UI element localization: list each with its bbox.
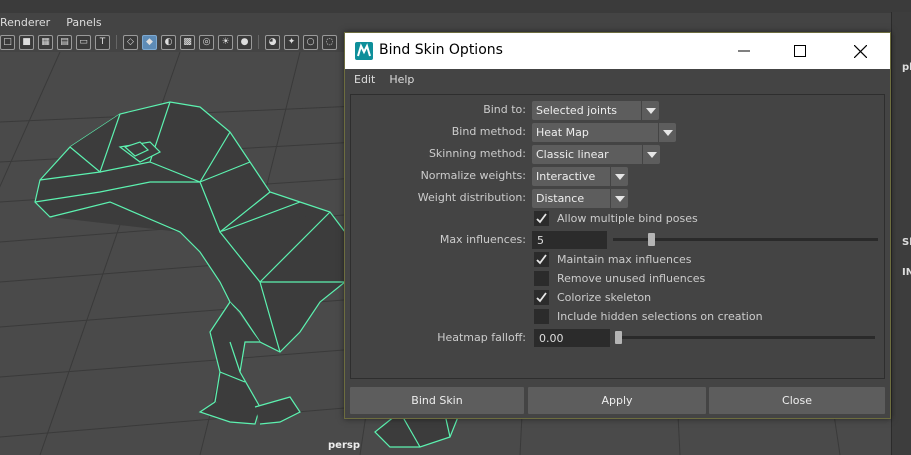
remove-unused-influences-checkbox[interactable]	[534, 271, 549, 286]
grid-icon[interactable]: ▤	[57, 34, 72, 50]
normalize-weights-dropdown[interactable]: Interactive	[532, 167, 628, 186]
menu-help[interactable]: Help	[389, 73, 414, 86]
checkmark-icon	[536, 254, 547, 265]
wireframe-on-shaded-icon[interactable]: ◐	[161, 34, 176, 50]
heatmap-falloff-row: Heatmap falloff: 0.00	[351, 329, 884, 349]
xray-icon[interactable]: ◎	[199, 34, 214, 50]
max-influences-row: Max influences: 5	[351, 231, 884, 251]
max-influences-label: Max influences:	[439, 233, 526, 246]
maya-logo-icon	[355, 42, 373, 60]
dropdown-arrow-icon	[610, 167, 628, 186]
maximize-button[interactable]	[777, 33, 823, 69]
heatmap-falloff-slider-track[interactable]	[615, 336, 875, 339]
lighting-icon[interactable]: ☀	[218, 34, 233, 50]
xray-joints-icon[interactable]: ✦	[284, 34, 299, 50]
camera-label: persp	[328, 440, 360, 451]
bind-method-value: Heat Map	[536, 126, 589, 139]
heatmap-falloff-field[interactable]: 0.00	[534, 329, 610, 347]
bind-skin-options-dialog: Bind Skin Options Edit Help Bind to: Sel…	[344, 32, 891, 419]
right-panel-text: Sl	[902, 237, 911, 248]
shadows-icon[interactable]: ●	[237, 34, 252, 50]
remove-unused-influences-label: Remove unused influences	[557, 272, 706, 285]
maximize-icon	[794, 45, 806, 57]
allow-multiple-bind-poses-label: Allow multiple bind poses	[557, 212, 698, 225]
dialog-titlebar[interactable]: Bind Skin Options	[345, 33, 890, 69]
bind-to-value: Selected joints	[536, 104, 618, 117]
max-influences-slider-handle[interactable]	[648, 233, 655, 246]
textured-icon[interactable]: ▩	[180, 34, 195, 50]
camera-attributes-icon[interactable]: ■	[19, 34, 34, 50]
maintain-max-influences-label: Maintain max influences	[557, 253, 692, 266]
smooth-shade-icon[interactable]: ◆	[142, 34, 157, 50]
dropdown-arrow-icon	[658, 123, 676, 142]
image-plane-icon[interactable]: ▦	[38, 34, 53, 50]
bind-method-label: Bind method:	[451, 125, 526, 138]
menu-edit[interactable]: Edit	[354, 73, 375, 86]
window-top-strip	[0, 0, 911, 13]
minimize-icon	[738, 50, 750, 52]
viewport-menu-panels[interactable]: Panels	[66, 16, 101, 29]
bind-to-row: Bind to: Selected joints	[351, 100, 884, 120]
right-side-panel: pl Sl IN	[891, 12, 911, 455]
toolbar-separator	[258, 35, 259, 49]
weight-distribution-dropdown[interactable]: Distance	[532, 189, 628, 208]
bind-method-row: Bind method: Heat Map	[351, 122, 884, 142]
heatmap-falloff-label: Heatmap falloff:	[437, 331, 526, 344]
checkmark-icon	[536, 213, 547, 224]
motion-blur-icon[interactable]: ◌	[322, 34, 337, 50]
colorize-skeleton-label: Colorize skeleton	[557, 291, 652, 304]
dialog-title: Bind Skin Options	[379, 42, 503, 58]
dropdown-arrow-icon	[642, 145, 660, 164]
dialog-menubar: Edit Help	[345, 69, 890, 90]
dialog-button-bar: Bind Skin Apply Close	[350, 387, 885, 414]
skinning-method-row: Skinning method: Classic linear	[351, 144, 884, 164]
bind-to-label: Bind to:	[483, 103, 526, 116]
bind-method-dropdown[interactable]: Heat Map	[532, 123, 676, 142]
skinning-method-label: Skinning method:	[428, 147, 526, 160]
normalize-weights-value: Interactive	[536, 170, 596, 183]
normalize-weights-row: Normalize weights: Interactive	[351, 166, 884, 186]
max-influences-field[interactable]: 5	[532, 231, 607, 249]
close-button[interactable]: Close	[709, 387, 885, 414]
normalize-weights-label: Normalize weights:	[420, 169, 526, 182]
include-hidden-selections-checkbox[interactable]	[534, 309, 549, 324]
minimize-button[interactable]	[721, 33, 767, 69]
dropdown-arrow-icon	[610, 189, 628, 208]
isolate-select-icon[interactable]: ◕	[265, 34, 280, 50]
colorize-skeleton-checkbox[interactable]	[534, 290, 549, 305]
apply-button[interactable]: Apply	[528, 387, 706, 414]
maintain-max-influences-checkbox[interactable]	[534, 252, 549, 267]
heatmap-falloff-value: 0.00	[539, 332, 564, 345]
allow-multiple-bind-poses-checkbox[interactable]	[534, 211, 549, 226]
close-icon	[853, 44, 867, 58]
skinning-method-dropdown[interactable]: Classic linear	[532, 145, 660, 164]
viewport-menu-renderer[interactable]: Renderer	[0, 16, 50, 29]
options-panel: Bind to: Selected joints Bind method: He…	[350, 94, 885, 379]
toolbar-separator	[116, 35, 117, 49]
heatmap-falloff-slider-handle[interactable]	[615, 331, 622, 344]
film-gate-icon[interactable]: ▭	[76, 34, 91, 50]
bind-to-dropdown[interactable]: Selected joints	[532, 101, 659, 120]
weight-distribution-value: Distance	[536, 192, 585, 205]
weight-distribution-row: Weight distribution: Distance	[351, 188, 884, 208]
close-window-button[interactable]	[837, 33, 883, 69]
dropdown-arrow-icon	[641, 101, 659, 120]
max-influences-value: 5	[537, 234, 544, 247]
right-panel-text: IN	[902, 267, 911, 278]
checkmark-icon	[536, 292, 547, 303]
viewport-menubar: Renderer Panels	[0, 13, 891, 32]
bind-skin-button[interactable]: Bind Skin	[350, 387, 524, 414]
ambient-occlusion-icon[interactable]: ○	[303, 34, 318, 50]
right-panel-text: pl	[902, 62, 911, 73]
skinning-method-value: Classic linear	[536, 148, 609, 161]
include-hidden-selections-label: Include hidden selections on creation	[557, 310, 763, 323]
select-camera-icon[interactable]: □	[0, 34, 15, 50]
text-icon[interactable]: T	[95, 34, 110, 50]
weight-distribution-label: Weight distribution:	[417, 191, 526, 204]
wireframe-icon[interactable]: ◇	[123, 34, 138, 50]
